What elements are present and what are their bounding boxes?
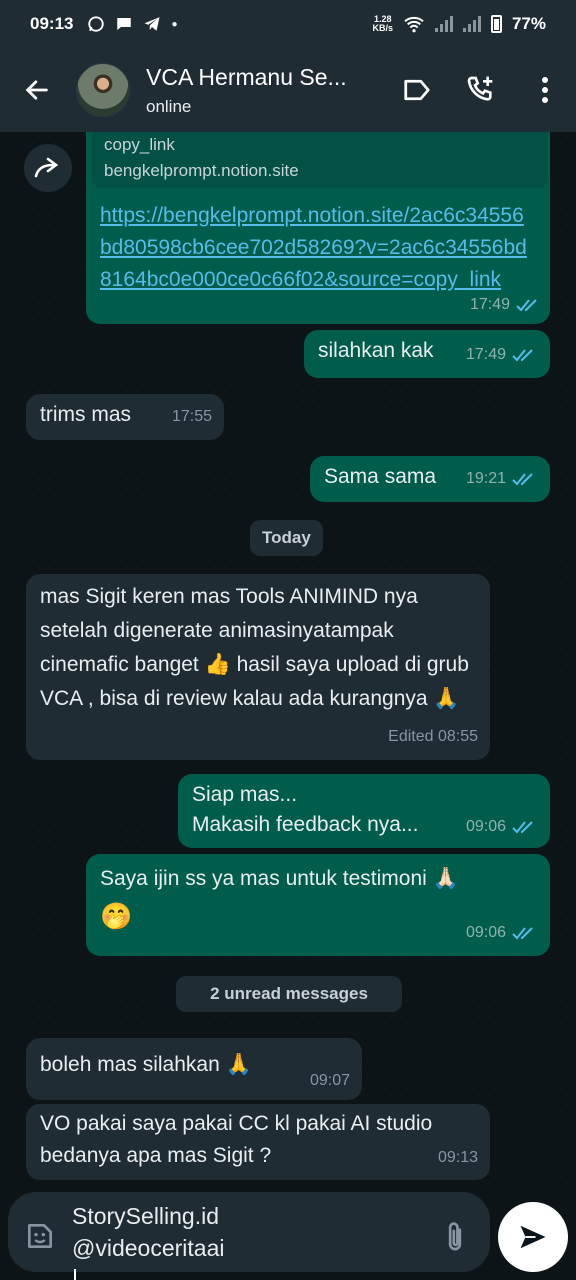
message-outgoing[interactable]: silahkan kak 17:49 <box>304 330 550 378</box>
message-text: silahkan kak <box>318 339 434 362</box>
read-ticks-icon <box>512 927 533 940</box>
message-time: 19:21 <box>465 470 506 487</box>
message-time: 09:06 <box>465 924 506 941</box>
read-ticks-icon <box>512 349 533 362</box>
whatsapp-notification-icon <box>88 16 105 32</box>
attach-icon[interactable] <box>440 1220 470 1254</box>
message-outgoing[interactable]: Siap mas... Makasih feedback nya... 09:0… <box>178 774 550 848</box>
message-incoming[interactable]: VO pakai saya pakai CC kl pakai AI studi… <box>26 1104 490 1180</box>
read-ticks-icon <box>512 821 533 834</box>
message-input-line2: @videoceritaai <box>72 1235 225 1261</box>
message-text: VO pakai saya pakai CC kl pakai AI studi… <box>40 1112 433 1167</box>
read-ticks-icon <box>516 299 537 312</box>
message-meta: 17:49 <box>466 338 538 372</box>
forward-arrow-icon <box>34 157 59 178</box>
message-meta: Edited 08:55 <box>388 720 478 754</box>
phone-add-icon <box>467 76 493 101</box>
network-speed: 1.28 KB/s <box>372 15 393 33</box>
message-time: 17:49 <box>469 296 510 313</box>
status-bar: 09:13 ● 1.28 KB/s 77% <box>0 0 576 48</box>
contact-info[interactable]: VCA Hermanu Se... online <box>146 64 392 117</box>
message-time: Edited 08:55 <box>388 728 478 745</box>
send-icon <box>520 1225 546 1249</box>
message-meta: 09:13 <box>438 1142 478 1174</box>
signal-1-icon <box>434 16 453 32</box>
message-text: mas Sigit keren mas Tools ANIMIND nya se… <box>40 585 469 710</box>
message-time: 17:55 <box>171 408 212 425</box>
link-preview-domain: bengkelprompt.notion.site <box>104 161 299 180</box>
message-line1: Siap mas... <box>192 783 298 806</box>
telegram-notification-icon <box>144 17 160 31</box>
message-time: 17:49 <box>465 346 506 363</box>
arrow-left-icon <box>25 80 48 100</box>
message-time: 09:06 <box>465 818 506 835</box>
message-link-text[interactable]: https://bengkelprompt.notion.site/2ac6c3… <box>100 200 530 296</box>
message-incoming[interactable]: mas Sigit keren mas Tools ANIMIND nya se… <box>26 574 490 760</box>
unread-separator-label: 2 unread messages <box>210 984 368 1003</box>
signal-2-icon <box>462 16 481 32</box>
message-text: Saya ijin ss ya mas untuk testimoni 🙏🏻 <box>100 867 459 890</box>
message-meta: 17:55 <box>172 400 212 434</box>
more-vertical-icon <box>542 77 548 103</box>
message-text: boleh mas silahkan 🙏 <box>40 1053 252 1076</box>
label-button[interactable] <box>392 65 442 115</box>
contact-avatar[interactable] <box>76 63 130 117</box>
link-preview-line1: copy_link <box>104 135 175 154</box>
composer-bar: StorySelling.id @videoceritaai <box>0 1192 576 1280</box>
chat-notification-icon <box>117 18 132 30</box>
message-input-text[interactable]: StorySelling.id @videoceritaai <box>72 1200 224 1280</box>
date-separator-label: Today <box>262 528 311 547</box>
message-outgoing[interactable]: Saya ijin ss ya mas untuk testimoni 🙏🏻 🤭… <box>86 854 550 956</box>
message-input-line1: StorySelling.id <box>72 1203 220 1229</box>
network-speed-unit: KB/s <box>372 23 393 33</box>
send-button[interactable] <box>498 1202 568 1272</box>
text-caret <box>74 1268 76 1280</box>
message-outgoing[interactable]: Sama sama 19:21 <box>310 456 550 502</box>
message-text: trims mas <box>40 403 131 426</box>
message-time: 09:07 <box>309 1072 350 1089</box>
clock: 09:13 <box>30 14 74 33</box>
chat-messages[interactable]: copy_link bengkelprompt.notion.site http… <box>0 132 576 1192</box>
link-preview[interactable]: copy_link bengkelprompt.notion.site <box>92 132 548 188</box>
notification-icons: ● <box>87 15 178 33</box>
forward-button[interactable] <box>24 144 72 192</box>
message-meta: 17:49 <box>470 296 542 314</box>
date-separator: Today <box>250 520 323 556</box>
read-ticks-icon <box>512 473 533 486</box>
back-button[interactable] <box>20 73 54 107</box>
contact-status: online <box>146 96 192 116</box>
message-meta: 09:06 <box>466 916 538 950</box>
message-incoming[interactable]: boleh mas silahkan 🙏 09:07 <box>26 1038 362 1100</box>
unread-separator: 2 unread messages <box>176 976 402 1012</box>
label-icon <box>404 79 430 101</box>
message-time: 09:13 <box>437 1149 478 1166</box>
chat-header: VCA Hermanu Se... online <box>0 48 576 132</box>
message-meta: 09:07 <box>310 1064 350 1098</box>
more-options-button[interactable] <box>520 65 570 115</box>
more-notifications-dot-icon: ● <box>171 18 178 30</box>
add-call-button[interactable] <box>456 65 506 115</box>
battery-level: 77% <box>511 14 546 33</box>
wifi-icon <box>404 16 424 33</box>
sticker-icon[interactable] <box>24 1220 56 1252</box>
message-meta: 19:21 <box>466 462 538 496</box>
message-meta: 09:06 <box>466 812 538 842</box>
contact-name: VCA Hermanu Se... <box>146 63 347 90</box>
message-incoming[interactable]: trims mas 17:55 <box>26 394 224 440</box>
battery-icon <box>490 15 502 33</box>
message-input[interactable]: StorySelling.id @videoceritaai <box>8 1192 490 1280</box>
message-text: Sama sama <box>324 465 437 488</box>
